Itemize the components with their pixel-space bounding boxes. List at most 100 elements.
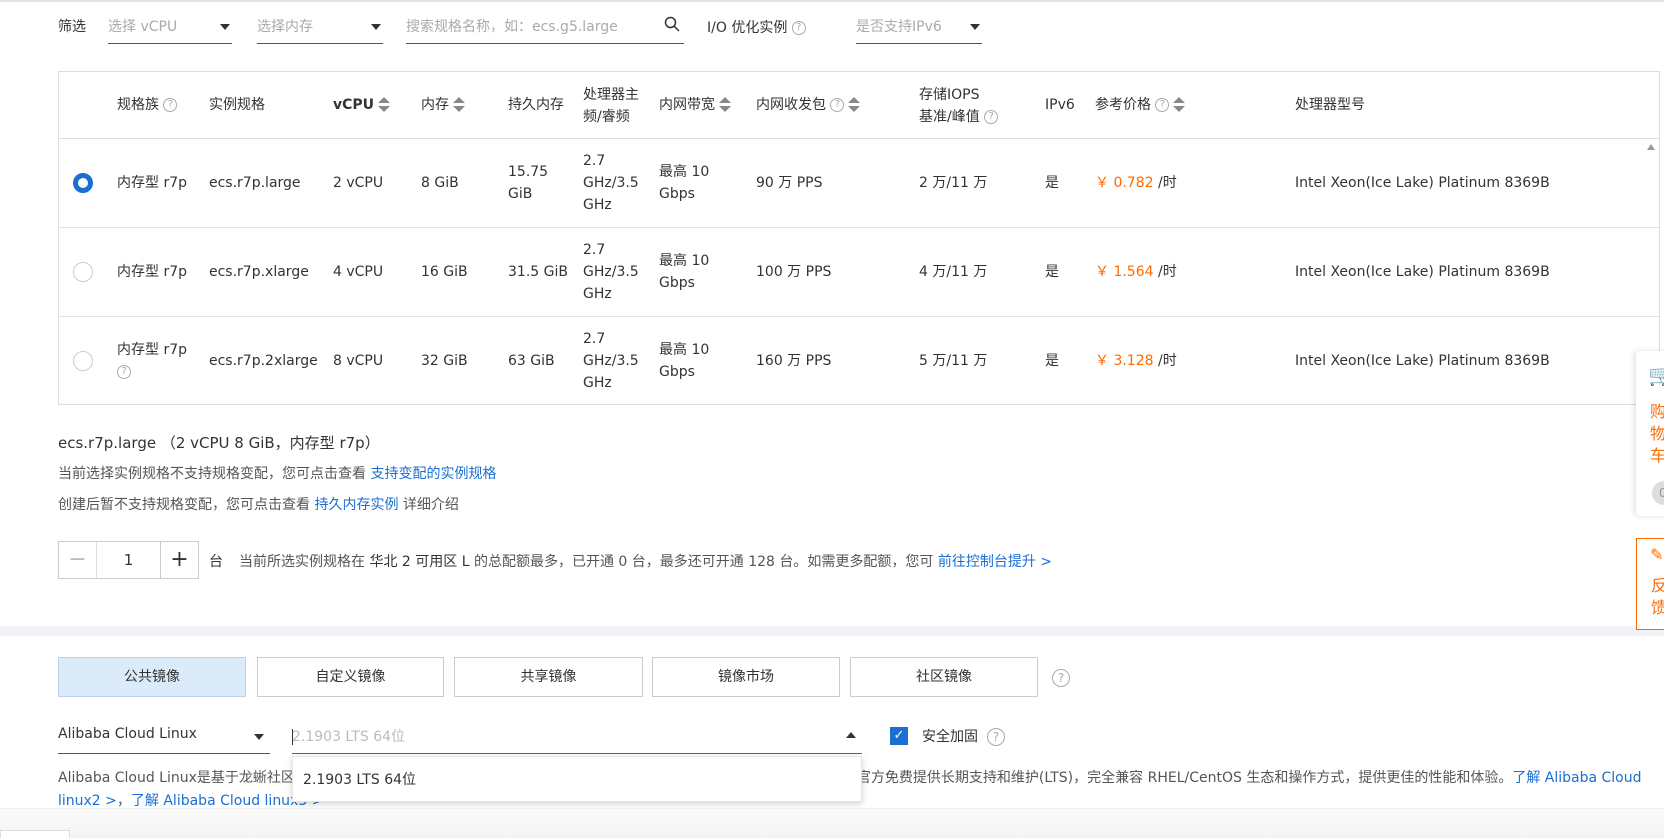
cell-bandwidth: 最高 10 Gbps <box>659 253 710 291</box>
cell-pps: 100 万 PPS <box>756 264 832 280</box>
col-ipv6: IPv6 <box>1045 97 1075 113</box>
col-family: 规格族 ? <box>117 94 178 116</box>
top-divider <box>0 0 1664 2</box>
cell-memory: 16 GiB <box>421 264 468 280</box>
dropdown-option[interactable]: 2.1903 LTS 64位 <box>303 769 416 789</box>
help-icon[interactable]: ? <box>791 21 806 35</box>
feedback-label: 反馈 <box>1651 576 1664 617</box>
quantity-unit: 台 <box>209 554 223 570</box>
tab-image-market[interactable]: 镜像市场 <box>652 657 840 697</box>
tab-shared-image[interactable]: 共享镜像 <box>454 657 643 697</box>
cell-bandwidth: 最高 10 Gbps <box>659 342 710 380</box>
col-pmem: 持久内存 <box>508 97 564 113</box>
help-icon[interactable]: ? <box>830 98 845 112</box>
selected-spec-summary: ecs.r7p.large （2 vCPU 8 GiB，内存型 r7p） <box>58 434 380 452</box>
decrement-button[interactable]: − <box>59 542 97 578</box>
security-hardening-checkbox[interactable]: ✓ <box>890 727 908 745</box>
help-icon[interactable]: ? <box>163 98 178 112</box>
sort-icon[interactable] <box>1173 97 1186 113</box>
pmem-instance-link[interactable]: 持久内存实例 <box>314 497 398 513</box>
table-row[interactable]: 内存型 r7p ecs.r7p.xlarge 4 vCPU 16 GiB 31.… <box>59 228 1659 317</box>
cell-ipv6: 是 <box>1045 353 1059 369</box>
ipv6-select[interactable]: 是否支持IPv6 <box>856 12 982 44</box>
quantity-stepper[interactable]: − 1 + <box>58 541 199 579</box>
cart-label: 购物车 <box>1650 402 1664 465</box>
tab-public-image[interactable]: 公共镜像 <box>58 657 246 697</box>
col-vcpu[interactable]: vCPU <box>333 94 391 116</box>
instance-spec-table: 规格族 ? 实例规格 vCPU 内存 持久内存 处理器主 频/睿频 内网带宽 内网… <box>58 71 1660 405</box>
table-row[interactable]: 内存型 r7p ecs.r7p.large 2 vCPU 8 GiB 15.75… <box>59 139 1659 228</box>
shopping-cart-widget[interactable]: 🛒 购物车 0 <box>1636 351 1664 516</box>
sort-icon[interactable] <box>453 97 465 113</box>
cell-price: ￥ 1.564 /时 <box>1095 264 1177 280</box>
quantity-input[interactable]: 1 <box>97 542 160 578</box>
chevron-down-icon <box>220 24 230 30</box>
col-cpu-freq: 处理器主 频/睿频 <box>583 87 639 125</box>
memory-select[interactable]: 选择内存 <box>257 12 383 44</box>
resizable-specs-link[interactable]: 支持变配的实例规格 <box>370 466 496 482</box>
chevron-down-icon <box>970 24 980 30</box>
cell-pps: 90 万 PPS <box>756 175 823 191</box>
col-cpu-model: 处理器型号 <box>1295 97 1365 113</box>
help-icon[interactable]: ? <box>1052 669 1070 687</box>
row-radio[interactable] <box>73 262 93 282</box>
col-price[interactable]: 参考价格 ? <box>1095 94 1186 116</box>
memory-select-placeholder: 选择内存 <box>257 19 313 35</box>
chevron-up-icon[interactable] <box>846 732 856 738</box>
sort-icon[interactable] <box>848 97 861 113</box>
cell-spec: ecs.r7p.2xlarge <box>209 353 318 369</box>
tab-custom-image[interactable]: 自定义镜像 <box>257 657 444 697</box>
cart-icon: 🛒 <box>1648 363 1664 387</box>
row-radio-selected[interactable] <box>73 173 93 193</box>
col-bandwidth[interactable]: 内网带宽 <box>659 94 731 116</box>
vcpu-select[interactable]: 选择 vCPU <box>108 12 232 44</box>
cell-memory: 8 GiB <box>421 175 459 191</box>
filter-label: 筛选 <box>58 19 86 35</box>
cell-cpu-model: Intel Xeon(Ice Lake) Platinum 8369B <box>1295 353 1550 369</box>
cell-price: ￥ 0.782 /时 <box>1095 175 1177 191</box>
col-memory[interactable]: 内存 <box>421 94 465 116</box>
table-header: 规格族 ? 实例规格 vCPU 内存 持久内存 处理器主 频/睿频 内网带宽 内网… <box>59 72 1659 139</box>
table-row[interactable]: 内存型 r7p? ecs.r7p.2xlarge 8 vCPU 32 GiB 6… <box>59 317 1659 406</box>
feedback-widget[interactable]: ✎ 反馈 <box>1636 538 1664 630</box>
io-optimized-filter[interactable]: I/O 优化实例 ? <box>707 17 806 37</box>
text-cursor <box>292 729 293 745</box>
cell-pmem: 63 GiB <box>508 353 555 369</box>
io-optimized-label: I/O 优化实例 <box>707 20 788 36</box>
cell-spec: ecs.r7p.large <box>209 175 301 191</box>
help-icon[interactable]: ? <box>117 365 131 379</box>
sort-icon[interactable] <box>378 97 391 113</box>
cell-vcpu: 2 vCPU <box>333 175 384 191</box>
cell-pmem: 15.75 GiB <box>508 164 549 202</box>
cell-cpu-freq: 2.7 GHz/3.5 GHz <box>583 242 639 302</box>
edit-icon: ✎ <box>1650 545 1664 564</box>
image-version-dropdown: 2.1903 LTS 64位 <box>292 756 862 802</box>
cell-pps: 160 万 PPS <box>756 353 832 369</box>
tab-community-image[interactable]: 社区镜像 <box>850 657 1038 697</box>
bottom-bar <box>0 808 1664 838</box>
cell-cpu-model: Intel Xeon(Ice Lake) Platinum 8369B <box>1295 175 1550 191</box>
security-hardening-label: 安全加固 ? <box>922 726 1005 746</box>
section-divider <box>0 626 1664 636</box>
spec-search-input[interactable]: 搜索规格名称，如：ecs.g5.large <box>406 12 684 44</box>
image-version-input[interactable]: 2.1903 LTS 64位 <box>292 720 862 754</box>
col-pps[interactable]: 内网收发包 ? <box>756 94 861 116</box>
help-icon[interactable]: ? <box>986 728 1005 746</box>
cell-iops: 5 万/11 万 <box>919 353 988 369</box>
help-icon[interactable]: ? <box>984 110 999 124</box>
search-icon[interactable] <box>664 16 680 32</box>
quota-note: 当前所选实例规格在 华北 2 可用区 L 的总配额最多，已开通 0 台，最多还可… <box>239 554 1053 570</box>
os-select[interactable]: Alibaba Cloud Linux <box>58 720 270 754</box>
row-radio[interactable] <box>73 351 93 371</box>
increment-button[interactable]: + <box>160 542 198 578</box>
cell-iops: 4 万/11 万 <box>919 264 988 280</box>
quota-console-link[interactable]: 前往控制台提升 > <box>938 554 1052 570</box>
help-icon[interactable]: ? <box>1155 98 1170 112</box>
cell-vcpu: 8 vCPU <box>333 353 384 369</box>
col-iops: 存储IOPS 基准/峰值 ? <box>919 84 999 128</box>
bottom-tab[interactable] <box>0 830 70 838</box>
cell-cpu-model: Intel Xeon(Ice Lake) Platinum 8369B <box>1295 264 1550 280</box>
cell-spec: ecs.r7p.xlarge <box>209 264 309 280</box>
cell-iops: 2 万/11 万 <box>919 175 988 191</box>
sort-icon[interactable] <box>719 97 731 113</box>
